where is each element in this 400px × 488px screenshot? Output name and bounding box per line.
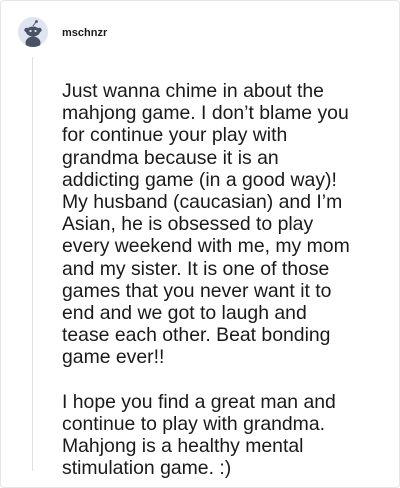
thread-collapse-line[interactable]	[32, 57, 33, 471]
comment-author-username[interactable]: mschnzr	[62, 26, 107, 40]
comment-paragraph: I hope you find a great man and continue…	[62, 390, 336, 480]
user-avatar[interactable]	[18, 17, 48, 47]
comment-card: mschnzr Just wanna chime in about the ma…	[0, 0, 400, 488]
comment-paragraph: Just wanna chime in about the mahjong ga…	[62, 80, 350, 369]
snoo-avatar-icon	[18, 17, 48, 47]
comment-body: Just wanna chime in about the mahjong ga…	[62, 80, 382, 480]
